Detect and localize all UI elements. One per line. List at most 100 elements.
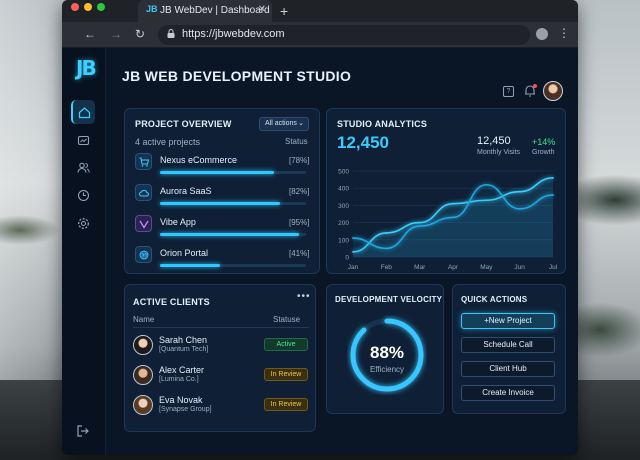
status-badge: In Review: [264, 368, 308, 381]
window-close-dot[interactable]: [71, 3, 79, 11]
series-point: [385, 232, 388, 234]
close-tab-icon[interactable]: ✕: [258, 4, 266, 15]
project-row[interactable]: Orion Portal [41%]: [135, 246, 311, 272]
project-progress-fill: [160, 264, 220, 267]
client-row[interactable]: Eva Novak [Synapse Group] In Review: [133, 393, 309, 421]
series-point: [485, 183, 488, 186]
active-clients-title: ACTIVE CLIENTS: [133, 297, 210, 307]
series-point: [452, 202, 454, 205]
window-maximize-dot[interactable]: [97, 3, 105, 11]
series-point: [552, 176, 554, 179]
filter-dropdown[interactable]: All actions ⌄: [259, 117, 309, 131]
user-avatar[interactable]: [543, 81, 563, 101]
tab-title: JB WebDev | Dashboard: [160, 5, 270, 16]
status-badge: In Review: [264, 398, 308, 411]
client-company: [Synapse Group]: [159, 406, 212, 413]
growth-label: Growth: [532, 149, 555, 156]
sidebar: JB: [62, 48, 106, 455]
project-row[interactable]: Aurora SaaS [82%]: [135, 184, 311, 210]
x-tick-label: Mar: [414, 264, 426, 271]
forward-icon[interactable]: →: [110, 27, 122, 41]
new-tab-icon[interactable]: +: [280, 3, 288, 19]
x-tick-label: Apr: [448, 264, 459, 271]
client-avatar: [133, 335, 153, 355]
x-tick-label: Jan: [348, 264, 359, 271]
create-invoice-button[interactable]: Create Invoice: [461, 385, 555, 401]
vibe-icon: [135, 215, 152, 232]
series-point: [352, 237, 354, 239]
client-hub-button[interactable]: Client Hub: [461, 361, 555, 377]
y-tick-label: 200: [338, 220, 349, 227]
x-tick-label: Feb: [381, 264, 393, 271]
client-avatar: [133, 395, 153, 415]
chevron-down-icon: ⌄: [298, 120, 304, 127]
new-project-button[interactable]: +New Project: [461, 313, 555, 329]
settings-icon[interactable]: [71, 211, 95, 235]
client-row[interactable]: Alex Carter [Lumina Co.] In Review: [133, 363, 309, 391]
project-progress-bar: [160, 202, 306, 205]
y-tick-label: 500: [338, 169, 349, 176]
client-row[interactable]: Sarah Chen [Quantum Tech] Active: [133, 333, 309, 361]
series-point: [452, 216, 454, 219]
schedule-call-button[interactable]: Schedule Call: [461, 337, 555, 353]
active-projects-count: 4 active projects: [135, 137, 201, 147]
y-tick-label: 400: [338, 186, 349, 193]
cart-icon: [135, 153, 152, 170]
monthly-visits-value: 12,450: [477, 135, 511, 147]
project-overview-title: PROJECT OVERVIEW: [135, 119, 232, 129]
profile-icon[interactable]: [536, 28, 548, 40]
filter-dropdown-value: All actions: [265, 120, 297, 127]
studio-analytics-title: STUDIO ANALYTICS: [337, 119, 428, 129]
project-row[interactable]: Vibe App [95%]: [135, 215, 311, 241]
studio-analytics-card: STUDIO ANALYTICS 12,450 12,450 Monthly V…: [326, 108, 566, 274]
browser-tab[interactable]: JB JB WebDev | Dashboard ✕: [138, 0, 272, 22]
status-column-label: Status: [285, 137, 308, 146]
browser-toolbar: ← → ↻ https://jbwebdev.com ⋮: [62, 22, 578, 48]
series-point: [518, 190, 521, 193]
quick-actions-title: QUICK ACTIONS: [461, 295, 528, 304]
client-avatar: [133, 365, 153, 385]
client-name: Sarah Chen: [159, 335, 208, 345]
status-badge: Active: [264, 338, 308, 351]
project-progress-fill: [160, 202, 280, 205]
address-bar[interactable]: https://jbwebdev.com: [158, 25, 530, 45]
analytics-line-chart: 500 400 300 200 100 0 Jan Feb Mar Apr May Jun Jul: [338, 169, 558, 272]
project-progress-fill: [160, 233, 299, 236]
monitor-screen: JB JB WebDev | Dashboard ✕ + ← → ↻ https…: [62, 0, 578, 455]
clock-icon[interactable]: [71, 183, 95, 207]
analytics-total: 12,450: [337, 133, 389, 152]
users-icon[interactable]: [71, 155, 95, 179]
project-row[interactable]: Nexus eCommerce [78%]: [135, 153, 311, 179]
notification-dot: [533, 84, 537, 88]
page-title: JB WEB DEVELOPMENT STUDIO: [122, 68, 352, 84]
y-tick-label: 300: [338, 203, 349, 210]
velocity-value: 88%: [369, 343, 405, 362]
series-point: [552, 194, 554, 196]
jb-logo: JB: [76, 56, 97, 80]
series-point: [418, 225, 421, 227]
inbox-icon[interactable]: [71, 128, 95, 152]
kebab-menu-icon[interactable]: ⋮: [558, 26, 570, 40]
more-options-icon[interactable]: •••: [297, 291, 311, 302]
project-percent: [41%]: [289, 249, 310, 258]
logout-icon[interactable]: [76, 424, 90, 438]
home-icon[interactable]: [71, 100, 95, 124]
client-company: [Quantum Tech]: [159, 346, 209, 353]
project-name: Nexus eCommerce: [160, 155, 238, 165]
x-tick-label: Jul: [549, 264, 558, 271]
window-minimize-dot[interactable]: [84, 3, 92, 11]
tab-favicon-icon: JB: [146, 4, 158, 14]
project-percent: [78%]: [289, 156, 310, 165]
series-point: [418, 221, 421, 224]
project-name: Orion Portal: [160, 248, 209, 258]
client-company: [Lumina Co.]: [159, 376, 199, 383]
quick-actions-card: QUICK ACTIONS +New Project Schedule Call…: [452, 284, 566, 414]
reload-icon[interactable]: ↻: [135, 27, 145, 41]
active-clients-card: ACTIVE CLIENTS ••• Name Statuse Sarah Ch…: [124, 284, 316, 432]
growth-value: +14%: [532, 137, 556, 147]
monthly-visits-label: Monthly Visits: [477, 149, 521, 156]
back-icon[interactable]: ←: [84, 27, 96, 41]
help-icon[interactable]: ?: [503, 86, 514, 97]
y-tick-label: 0: [345, 255, 349, 262]
project-name: Vibe App: [160, 217, 196, 227]
